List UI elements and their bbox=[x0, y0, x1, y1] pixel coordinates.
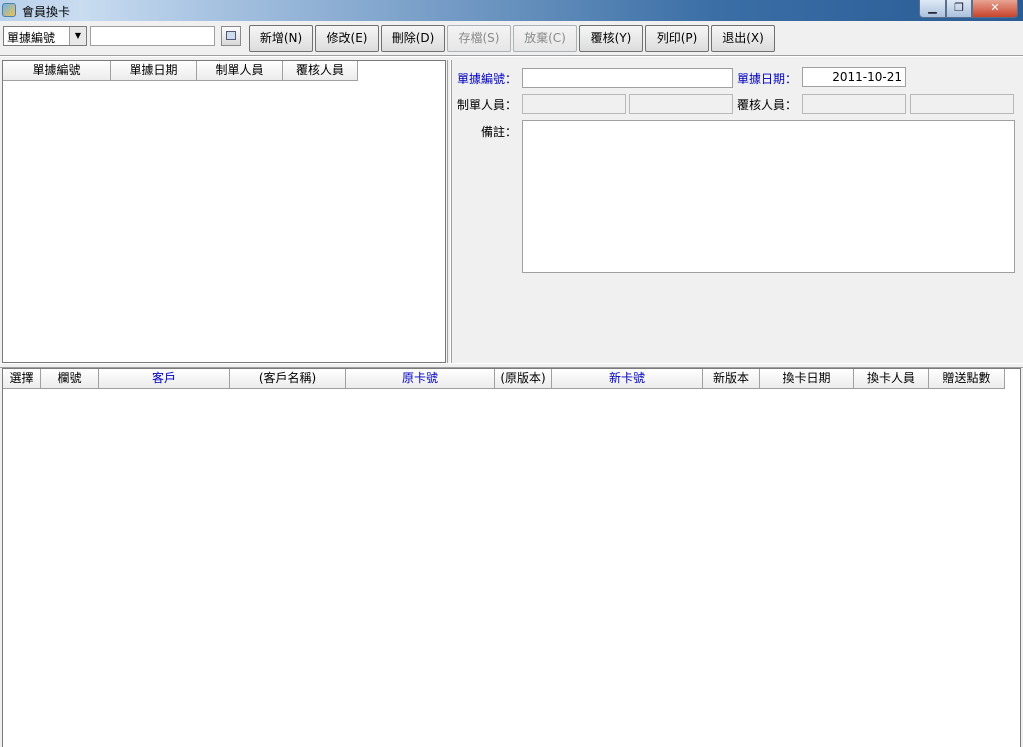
close-button[interactable]: ✕ bbox=[972, 0, 1018, 18]
save-button[interactable]: 存檔(S) bbox=[447, 25, 511, 52]
column-header-new-card-no[interactable]: 新卡號 bbox=[552, 369, 703, 389]
column-header-change-date[interactable]: 換卡日期 bbox=[760, 369, 854, 389]
edit-button[interactable]: 修改(E) bbox=[315, 25, 379, 52]
add-button[interactable]: 新增(N) bbox=[249, 25, 313, 52]
doc-date-field[interactable]: 2011-10-21 bbox=[802, 67, 906, 87]
column-header-doc-date[interactable]: 單據日期 bbox=[111, 61, 197, 81]
column-header-old-card-no[interactable]: 原卡號 bbox=[346, 369, 495, 389]
search-input[interactable] bbox=[90, 26, 215, 46]
toolbar-divider bbox=[0, 55, 1023, 57]
reviewer-name-field bbox=[910, 94, 1014, 114]
review-button[interactable]: 覆核(Y) bbox=[579, 25, 643, 52]
document-form: 單據編號： 單據日期： 2011-10-21 制單人員： 覆核人員： 備註： bbox=[451, 60, 1022, 363]
search-icon bbox=[226, 31, 236, 40]
creator-label: 制單人員： bbox=[457, 98, 518, 112]
exit-button[interactable]: 退出(X) bbox=[711, 25, 775, 52]
document-list[interactable]: 單據編號 單據日期 制單人員 覆核人員 bbox=[2, 60, 446, 363]
chevron-down-icon[interactable]: ▼ bbox=[69, 27, 86, 45]
reviewer-code-field bbox=[802, 94, 906, 114]
column-header-new-version[interactable]: 新版本 bbox=[703, 369, 760, 389]
toolbar: 單據編號 ▼ 新增(N) 修改(E) 刪除(D) 存檔(S) 放棄(C) 覆核(… bbox=[0, 21, 1023, 55]
doc-date-label: 單據日期： bbox=[737, 72, 798, 86]
column-header-reviewer[interactable]: 覆核人員 bbox=[283, 61, 358, 81]
creator-code-field bbox=[522, 94, 626, 114]
search-field-combo-value: 單據編號 bbox=[7, 31, 56, 45]
discard-button[interactable]: 放棄(C) bbox=[513, 25, 577, 52]
column-header-select[interactable]: 選擇 bbox=[3, 369, 41, 389]
doc-no-field[interactable] bbox=[522, 68, 733, 88]
column-header-doc-no[interactable]: 單據編號 bbox=[3, 61, 111, 81]
column-header-change-user[interactable]: 換卡人員 bbox=[854, 369, 929, 389]
column-header-customer[interactable]: 客戶 bbox=[99, 369, 230, 389]
detail-grid-scroll-area bbox=[1004, 389, 1020, 747]
column-header-creator[interactable]: 制單人員 bbox=[197, 61, 283, 81]
print-button[interactable]: 列印(P) bbox=[645, 25, 709, 52]
column-header-bonus-points[interactable]: 贈送點數 bbox=[929, 369, 1005, 389]
search-button[interactable] bbox=[221, 26, 241, 46]
creator-name-field bbox=[629, 94, 733, 114]
search-field-combo[interactable]: 單據編號 ▼ bbox=[3, 26, 87, 46]
remark-label: 備註： bbox=[481, 125, 518, 139]
delete-button[interactable]: 刪除(D) bbox=[381, 25, 445, 52]
title-bar: 會員換卡 ▁ ❐ ✕ bbox=[0, 0, 1023, 21]
app-icon bbox=[2, 3, 16, 17]
window-title: 會員換卡 bbox=[22, 5, 71, 19]
detail-grid[interactable]: 選擇 欄號 客戶 (客戶名稱) 原卡號 (原版本) 新卡號 新版本 換卡日期 換… bbox=[2, 368, 1021, 747]
column-header-customer-name[interactable]: (客戶名稱) bbox=[230, 369, 346, 389]
column-header-old-version[interactable]: (原版本) bbox=[495, 369, 552, 389]
remark-textarea[interactable] bbox=[522, 120, 1015, 273]
minimize-button[interactable]: ▁ bbox=[919, 0, 946, 18]
reviewer-label: 覆核人員： bbox=[737, 98, 798, 112]
maximize-button[interactable]: ❐ bbox=[946, 0, 972, 18]
column-header-row-no[interactable]: 欄號 bbox=[41, 369, 99, 389]
doc-no-label: 單據編號： bbox=[457, 72, 518, 86]
